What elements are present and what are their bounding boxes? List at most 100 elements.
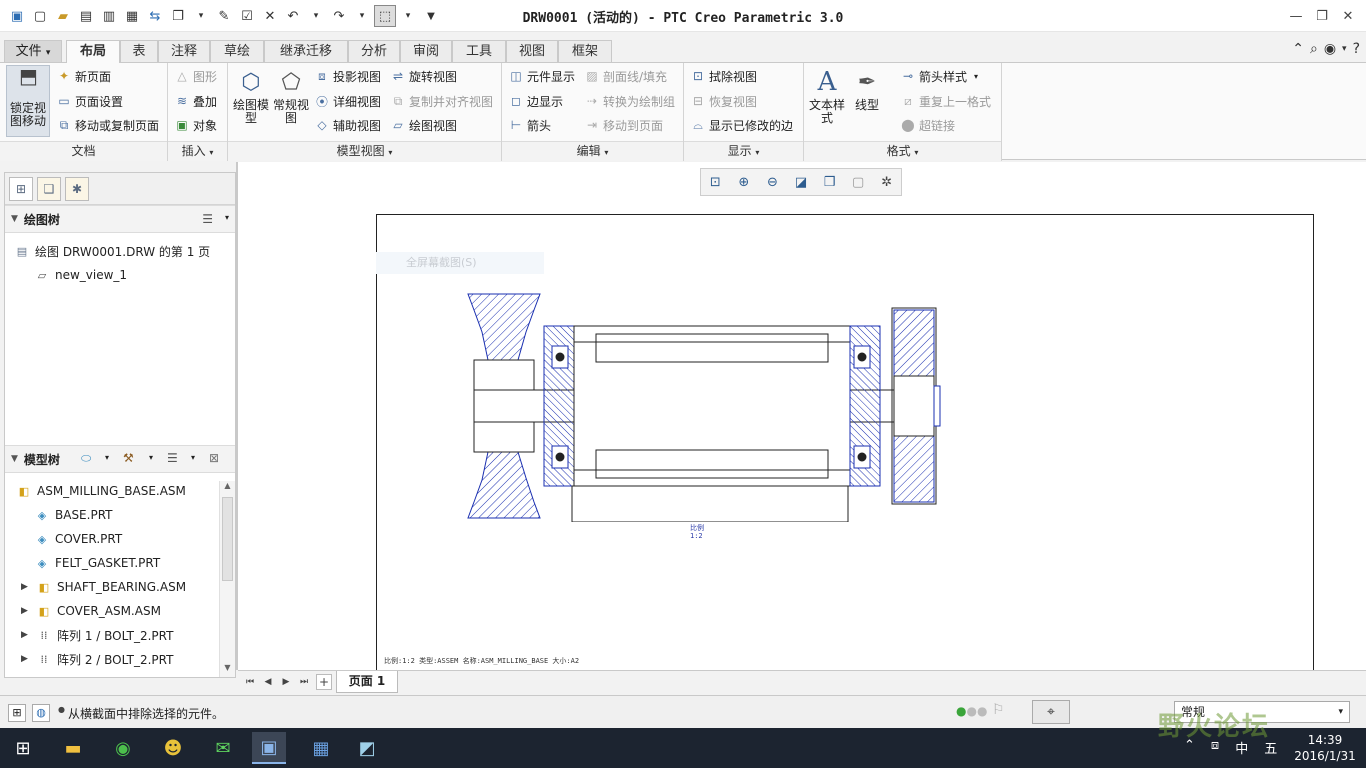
regenerate-icon[interactable]: ⇆ (144, 5, 166, 27)
browser-icon[interactable]: ◉ (106, 732, 140, 764)
close-icon[interactable]: ✕ (1336, 4, 1360, 28)
help-icon[interactable]: ? (1353, 41, 1360, 57)
tab-legacy[interactable]: 继承迁移 (264, 40, 348, 62)
browser-toggle-icon[interactable]: ◍ (32, 704, 50, 722)
chevron-down-icon[interactable]: ▾ (1342, 44, 1347, 54)
group-label-insert[interactable]: 插入 ▾ (168, 141, 227, 161)
print-icon[interactable]: ▦ (121, 5, 143, 27)
model-tree-scrollbar[interactable]: ▲ ▼ (219, 481, 235, 677)
arrow-button[interactable]: ⊢ 箭头 (508, 114, 551, 136)
first-page-icon[interactable]: ⏮ (242, 674, 258, 690)
drawing-tree-header[interactable]: ▼ 绘图树 ☰ ▾ (5, 205, 235, 233)
lock-view-move-button[interactable]: ⬒ 锁定视图移动 (6, 65, 50, 137)
model-tree-item[interactable]: ▶ ◧ COVER_ASM.ASM (21, 599, 161, 623)
checkbox-icon[interactable]: ☑ (236, 5, 258, 27)
navigator-toggle-icon[interactable]: ⊞ (8, 704, 26, 722)
revolved-view-button[interactable]: ⇌ 旋转视图 (390, 65, 457, 87)
scroll-up-icon[interactable]: ▲ (220, 481, 235, 495)
model-tree-tab-icon[interactable]: ⊞ (9, 176, 33, 201)
tab-view[interactable]: 视图 (506, 40, 558, 62)
page-tab-1[interactable]: 页面 1 (336, 671, 398, 693)
tab-frame[interactable]: 框架 (558, 40, 612, 62)
tree-settings-icon[interactable]: ☰ (167, 451, 178, 465)
view-scale-label[interactable]: 比例 1:2 (690, 524, 704, 540)
windows-start-icon[interactable]: ⊞ (6, 732, 40, 764)
repaint-icon[interactable]: ◪ (790, 171, 812, 193)
model-tree-header[interactable]: ▼ 模型树 ⬭ ▾ ⚒ ▾ ☰ ▾ ⊠ (5, 445, 235, 473)
redo-icon[interactable]: ↷ (328, 5, 350, 27)
undo-icon[interactable]: ↶ (282, 5, 304, 27)
object-button[interactable]: ▣ 对象 (174, 114, 217, 136)
restore-icon[interactable]: ❐ (1310, 4, 1334, 28)
expand-icon[interactable]: ▶ (21, 630, 31, 640)
wechat-icon[interactable]: ✉ (206, 732, 240, 764)
group-label-format[interactable]: 格式 ▾ (804, 141, 1001, 161)
search-icon[interactable]: ⌕ (1310, 41, 1318, 57)
annotation-display-icon[interactable]: ✲ (876, 171, 898, 193)
line-style-button[interactable]: ✒ 线型 (848, 67, 886, 112)
qq-icon[interactable]: ☻ (156, 732, 190, 764)
group-label-edit[interactable]: 编辑 ▾ (502, 141, 683, 161)
filter-icon[interactable]: ⊠ (209, 451, 219, 465)
folder-browser-tab-icon[interactable]: ❑ (37, 176, 61, 201)
open-icon[interactable]: ▰ (52, 5, 74, 27)
refit-icon[interactable]: ⊡ (704, 171, 726, 193)
chevron-down-icon[interactable]: ▾ (105, 453, 109, 462)
flag-icon[interactable]: ⚐ (992, 702, 1005, 718)
graphics-area[interactable]: ⊡ ⊕ ⊖ ◪ ❒ ▢ ✲ 全屏幕截图(S) 比例 1:2 比例:1:2 类型:… (238, 162, 1366, 674)
hatching-button[interactable]: ▨ 剖面线/填充 (584, 65, 667, 87)
save-icon[interactable]: ▤ (75, 5, 97, 27)
customize-icon[interactable]: ▼ (420, 5, 442, 27)
resume-view-button[interactable]: ⊟ 恢复视图 (690, 90, 757, 112)
add-page-button[interactable]: + (316, 674, 332, 690)
drawing-tree-item[interactable]: ▤ 绘图 DRW0001.DRW 的第 1 页 (15, 239, 210, 263)
tab-sketch[interactable]: 草绘 (210, 40, 264, 62)
scroll-thumb[interactable] (222, 497, 233, 581)
model-tree-item[interactable]: ◧ ASM_MILLING_BASE.ASM (17, 479, 186, 503)
edge-display-button[interactable]: ◻ 边显示 (508, 90, 563, 112)
text-style-button[interactable]: A 文本样式 (808, 67, 846, 125)
projection-view-button[interactable]: ⧈ 投影视图 (314, 65, 381, 87)
new-page-button[interactable]: ✦ 新页面 (56, 65, 111, 87)
file-explorer-icon[interactable]: ▬ (56, 732, 90, 764)
tab-review[interactable]: 审阅 (400, 40, 452, 62)
dropdown-icon[interactable]: ▾ (190, 5, 212, 27)
community-icon[interactable]: ◉ (1324, 41, 1336, 57)
collapse-icon[interactable]: ▼ (11, 214, 18, 224)
auxiliary-view-button[interactable]: ◇ 辅助视图 (314, 114, 381, 136)
element-display-button[interactable]: ◫ 元件显示 (508, 65, 575, 87)
convert-draft-button[interactable]: ⇢ 转换为绘制组 (584, 90, 675, 112)
zoom-in-icon[interactable]: ⊕ (733, 171, 755, 193)
group-label-display[interactable]: 显示 ▾ (684, 141, 803, 161)
move-copy-page-button[interactable]: ⧉ 移动或复制页面 (56, 114, 159, 136)
expand-icon[interactable]: ▶ (21, 654, 31, 664)
select-box-icon[interactable]: ⬚ (374, 5, 396, 27)
minimize-icon[interactable]: — (1284, 4, 1308, 28)
overlay-button[interactable]: ≋ 叠加 (174, 90, 217, 112)
group-label-model-views[interactable]: 模型视图 ▾ (228, 141, 501, 161)
collapse-icon[interactable]: ▼ (11, 454, 18, 464)
sheet-display-icon[interactable]: ▢ (847, 171, 869, 193)
creo-launcher-icon[interactable]: ◩ (350, 732, 384, 764)
tab-annotate[interactable]: 注释 (158, 40, 210, 62)
windows-icon[interactable]: ❐ (167, 5, 189, 27)
tab-tools[interactable]: 工具 (452, 40, 506, 62)
close-window-icon[interactable]: ✕ (259, 5, 281, 27)
save-as-icon[interactable]: ▥ (98, 5, 120, 27)
find-icon[interactable]: ⌖ (1032, 700, 1070, 724)
app-icon[interactable]: ▣ (6, 5, 28, 27)
repeat-format-button[interactable]: ⧄ 重复上一格式 (900, 90, 991, 112)
tab-layout[interactable]: 布局 (66, 40, 120, 63)
dropdown-icon[interactable]: ▾ (397, 5, 419, 27)
detail-view-button[interactable]: ⦿ 详细视图 (314, 90, 381, 112)
general-view-button[interactable]: ⬠ 常规视图 (272, 67, 310, 125)
tab-table[interactable]: 表 (120, 40, 158, 62)
display-style-icon[interactable]: ⬭ (81, 451, 91, 466)
hyperlink-button[interactable]: ⬤ 超链接 (900, 114, 955, 136)
next-page-icon[interactable]: ▶ (278, 674, 294, 690)
favorites-tab-icon[interactable]: ✱ (65, 176, 89, 201)
last-page-icon[interactable]: ⏭ (296, 674, 312, 690)
chevron-down-icon[interactable]: ▾ (191, 453, 195, 462)
erase-icon[interactable]: ✎ (213, 5, 235, 27)
expand-icon[interactable]: ▶ (21, 582, 31, 592)
